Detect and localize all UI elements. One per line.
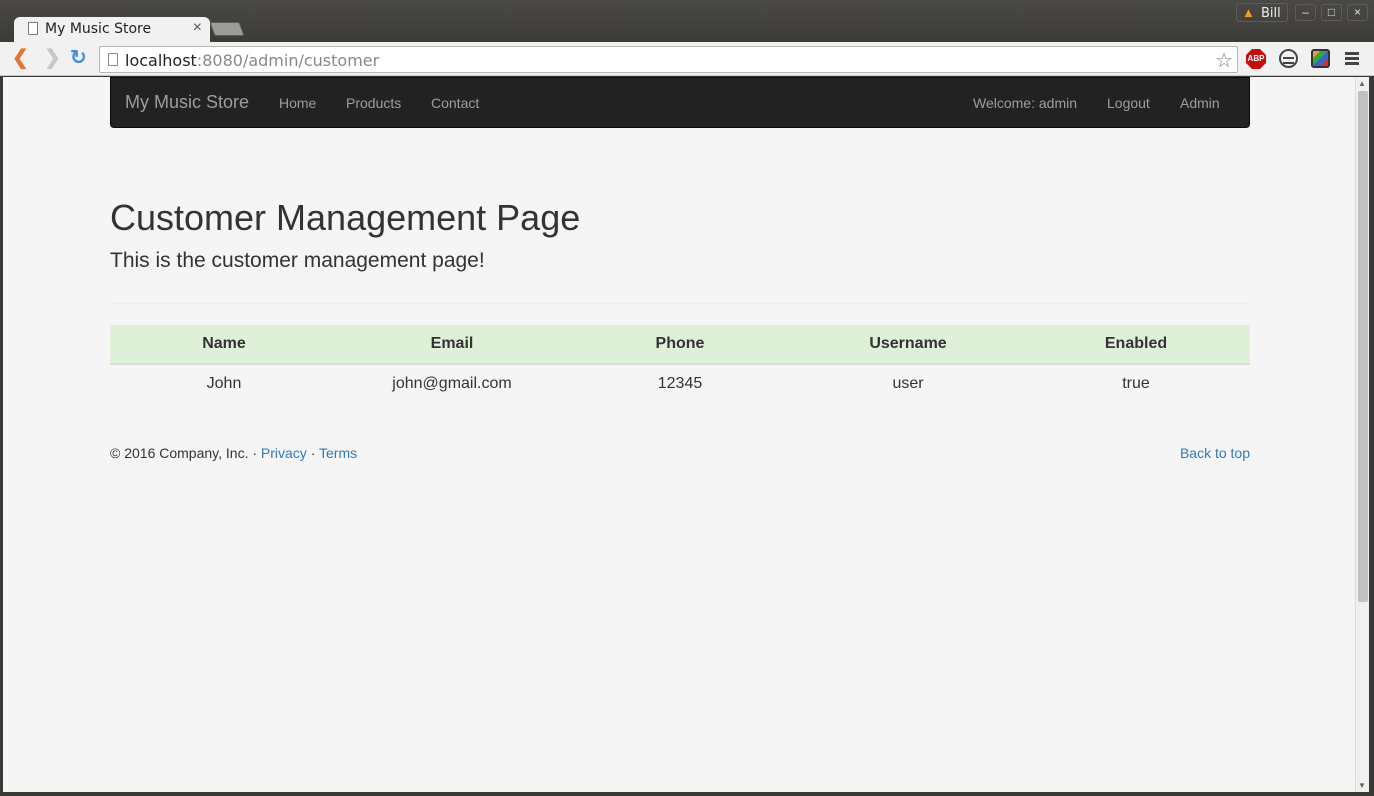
footer-separator: ·	[306, 445, 320, 461]
column-header-phone: Phone	[566, 325, 794, 365]
browser-toolbar: ❮ ❯ ↻ localhost:8080/admin/customer ☆ AB…	[0, 42, 1374, 76]
close-window-button[interactable]: ×	[1347, 4, 1368, 21]
scroll-up-arrow-icon[interactable]: ▲	[1358, 79, 1366, 88]
copyright-text: © 2016 Company, Inc. ·	[110, 445, 261, 461]
cell-phone: 12345	[657, 374, 703, 392]
footer-copyright: © 2016 Company, Inc. · Privacy · Terms	[110, 445, 357, 461]
nav-logout[interactable]: Logout	[1107, 95, 1150, 111]
maximize-button[interactable]: □	[1321, 4, 1342, 21]
forward-icon[interactable]: ❯	[44, 48, 61, 68]
site-navbar: My Music Store Home Products Contact Wel…	[110, 77, 1250, 128]
page-lead: This is the customer management page!	[110, 249, 485, 272]
terms-link[interactable]: Terms	[319, 445, 357, 461]
extension-icon[interactable]	[1311, 49, 1330, 68]
table-header-row: Name Email Phone Username Enabled	[110, 325, 1250, 365]
window-frame	[0, 792, 1374, 796]
bookmark-star-icon[interactable]: ☆	[1215, 48, 1233, 73]
page-icon	[108, 53, 118, 66]
window-frame	[1369, 77, 1374, 796]
page-viewport: My Music Store Home Products Contact Wel…	[3, 77, 1355, 792]
cell-email: john@gmail.com	[392, 374, 512, 392]
profile-name: Bill	[1261, 6, 1281, 21]
tab-title: My Music Store	[45, 21, 152, 37]
warning-icon: ▲	[1242, 5, 1255, 20]
privacy-link[interactable]: Privacy	[261, 445, 307, 461]
close-icon[interactable]: ×	[193, 19, 202, 37]
browser-titlebar: My Music Store × ▲ Bill – □ ×	[0, 0, 1374, 42]
cell-username: user	[892, 374, 924, 392]
column-header-name: Name	[110, 325, 338, 365]
reload-icon[interactable]: ↻	[70, 48, 87, 68]
nav-welcome: Welcome: admin	[973, 95, 1078, 111]
table-row: John john@gmail.com 12345 user true	[110, 364, 1250, 402]
navbar-brand[interactable]: My Music Store	[125, 92, 249, 113]
url-text[interactable]: localhost:8080/admin/customer	[125, 51, 379, 70]
column-header-email: Email	[338, 325, 566, 365]
nav-products[interactable]: Products	[346, 95, 401, 111]
address-bar[interactable]: localhost:8080/admin/customer ☆	[99, 46, 1238, 73]
divider	[110, 303, 1250, 304]
nav-contact[interactable]: Contact	[431, 95, 479, 111]
profile-button[interactable]: ▲ Bill	[1236, 3, 1288, 22]
scrollbar-thumb[interactable]	[1358, 91, 1368, 602]
page-icon	[28, 22, 38, 35]
customer-table: Name Email Phone Username Enabled John j…	[110, 325, 1250, 402]
adblock-icon[interactable]: ABP	[1246, 49, 1266, 69]
page-title: Customer Management Page	[110, 197, 581, 238]
back-icon[interactable]: ❮	[12, 48, 29, 68]
minimize-button[interactable]: –	[1295, 4, 1316, 21]
sync-extension-icon[interactable]	[1279, 49, 1298, 68]
nav-home[interactable]: Home	[279, 95, 316, 111]
nav-admin[interactable]: Admin	[1180, 95, 1220, 111]
cell-enabled: true	[1122, 374, 1150, 392]
scroll-down-arrow-icon[interactable]: ▼	[1358, 781, 1366, 790]
menu-icon[interactable]	[1345, 52, 1359, 66]
vertical-scrollbar[interactable]: ▲ ▼	[1355, 77, 1369, 792]
column-header-enabled: Enabled	[1022, 325, 1250, 365]
column-header-username: Username	[794, 325, 1022, 365]
new-tab-button[interactable]	[209, 22, 245, 36]
cell-name: John	[206, 374, 242, 392]
browser-tab[interactable]: My Music Store ×	[14, 17, 210, 42]
back-to-top-link[interactable]: Back to top	[1180, 445, 1250, 461]
